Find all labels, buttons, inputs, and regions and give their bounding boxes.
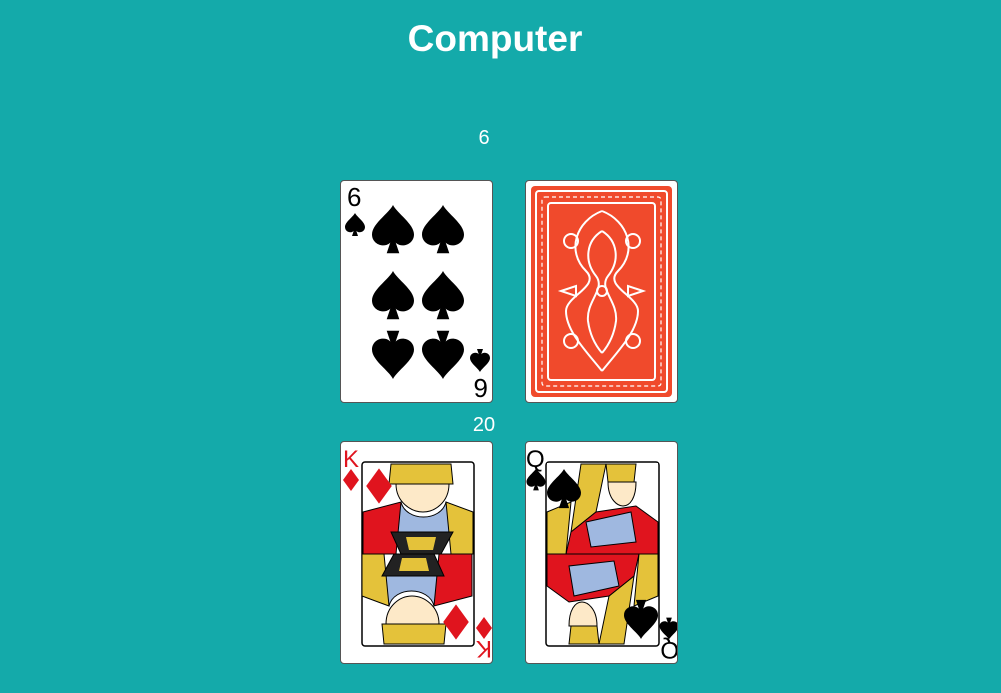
spade-pip-icon [372, 271, 414, 320]
dealer-card-6-spades[interactable]: 6 6 [340, 180, 493, 403]
card-back-pattern [531, 186, 672, 397]
game-table: Computer 6 6 6 20 K K Q Q [0, 0, 1001, 693]
spade-pip-icon [422, 205, 464, 254]
card-rank-bottom: K [476, 635, 492, 662]
card-rank-bottom: 6 [474, 373, 488, 403]
player-score: 20 [472, 414, 496, 436]
spade-icon [345, 213, 365, 236]
card-rank-top: K [343, 446, 359, 473]
spade-icon [470, 349, 490, 372]
card-rank-top: Q [526, 446, 545, 473]
dealer-score: 6 [478, 127, 490, 149]
page-title: Computer [407, 18, 583, 59]
card-rank-bottom: Q [660, 636, 678, 663]
spade-pip-icon [372, 330, 414, 379]
player-card-queen-spades[interactable]: Q Q [525, 441, 678, 664]
spade-pip-icon [422, 271, 464, 320]
player-card-king-diamonds[interactable]: K K [340, 441, 493, 664]
spade-pip-icon [422, 330, 464, 379]
dealer-card-face-down[interactable] [525, 180, 678, 403]
card-rank-top: 6 [347, 182, 361, 212]
spade-pip-icon [372, 205, 414, 254]
